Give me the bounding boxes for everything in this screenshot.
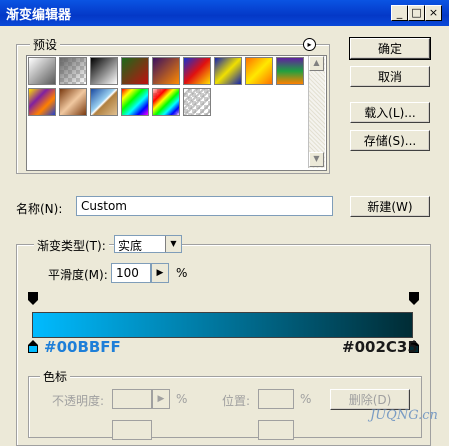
name-label: 名称(N): [16,202,63,216]
color-stop-left[interactable] [28,340,38,353]
smoothness-field[interactable]: 100 [111,263,151,283]
gradient-type-label: 渐变类型(T): [34,237,109,254]
opacity-label: 不透明度: [52,394,105,408]
presets-scrollbar[interactable]: ▲ ▼ [308,56,325,168]
presets-label: 预设 [30,36,61,53]
smoothness-label: 平滑度(M): [48,268,108,282]
window-title: 渐变编辑器 [6,8,72,23]
preset-swatch-fill [246,58,272,84]
preset-swatch-fill [60,58,86,84]
delete-button[interactable]: 删除(D) [330,389,410,410]
preset-swatch-fill [29,58,55,84]
preset-swatch-foreground-to-background[interactable] [28,57,56,85]
preset-swatch-fill [184,58,210,84]
preset-swatch-red-green[interactable] [121,57,149,85]
watermark: JUQNG.cn [370,408,438,423]
preset-swatch-fill [29,89,55,115]
name-field[interactable]: Custom [76,196,333,216]
preset-swatch-fill [153,58,179,84]
opacity-field[interactable] [112,389,152,409]
stops-label: 色标 [40,368,71,385]
preset-swatch-transparent-stripes[interactable] [183,88,211,116]
gradient-type-select[interactable]: 实底 ▼ [114,235,182,253]
gradient-bar[interactable] [32,312,413,338]
preset-swatch-fill [122,89,148,115]
preset-swatch-fill [60,89,86,115]
preset-swatch-yellow-violet-orange-blue[interactable] [28,88,56,116]
end-color-label: #002C35 [342,338,418,356]
preset-swatch-fill [153,89,179,115]
presets-menu-icon[interactable]: ▸ [303,38,316,51]
cancel-button[interactable]: 取消 [350,66,430,87]
preset-swatch-orange-yellow-orange[interactable] [245,57,273,85]
gradient-type-value: 实底 [118,239,143,253]
preset-swatch-black-white[interactable] [90,57,118,85]
save-button[interactable]: 存储(S)... [350,130,430,151]
preset-swatch-violet-orange[interactable] [152,57,180,85]
preset-swatch-chrome[interactable] [90,88,118,116]
ok-button[interactable]: 确定 [349,37,431,60]
title-bar: 渐变编辑器 _ □ × [0,0,449,26]
preset-swatch-fill [122,58,148,84]
preset-swatch-copper[interactable] [59,88,87,116]
location-unit: % [300,392,312,406]
preset-swatch-spectrum[interactable] [121,88,149,116]
location-field[interactable] [258,389,294,409]
preset-swatch-fill [184,89,210,115]
color-field[interactable] [112,420,152,440]
opacity-stop-left[interactable] [28,292,38,305]
smoothness-stepper-icon[interactable]: ▶ [151,263,169,283]
preset-swatch-blue-yellow-blue[interactable] [214,57,242,85]
preset-swatch-blue-red-yellow[interactable] [183,57,211,85]
location-label: 位置: [222,394,251,408]
opacity-unit: % [176,392,188,406]
scroll-down-arrow-icon[interactable]: ▼ [309,152,324,167]
preset-swatch-foreground-to-transparent[interactable] [59,57,87,85]
new-button[interactable]: 新建(W) [350,196,430,217]
preset-swatch-fill [277,58,303,84]
close-button[interactable]: × [425,5,442,21]
load-button[interactable]: 载入(L)... [350,102,430,123]
maximize-button[interactable]: □ [408,5,425,21]
minimize-button[interactable]: _ [391,5,408,21]
start-color-label: #00BBFF [44,338,121,356]
opacity-stepper-icon[interactable]: ▶ [152,389,170,409]
dropdown-arrow-icon[interactable]: ▼ [165,236,181,252]
preset-swatch-fill [91,58,117,84]
smoothness-percent: % [176,266,188,280]
preset-swatch-fill [91,89,117,115]
scroll-up-arrow-icon[interactable]: ▲ [309,56,324,71]
preset-swatch-fill [215,58,241,84]
opacity-stop-right[interactable] [409,292,419,305]
preset-swatch-violet-green-orange[interactable] [276,57,304,85]
color-location-field[interactable] [258,420,294,440]
preset-swatch-transparent-rainbow[interactable] [152,88,180,116]
